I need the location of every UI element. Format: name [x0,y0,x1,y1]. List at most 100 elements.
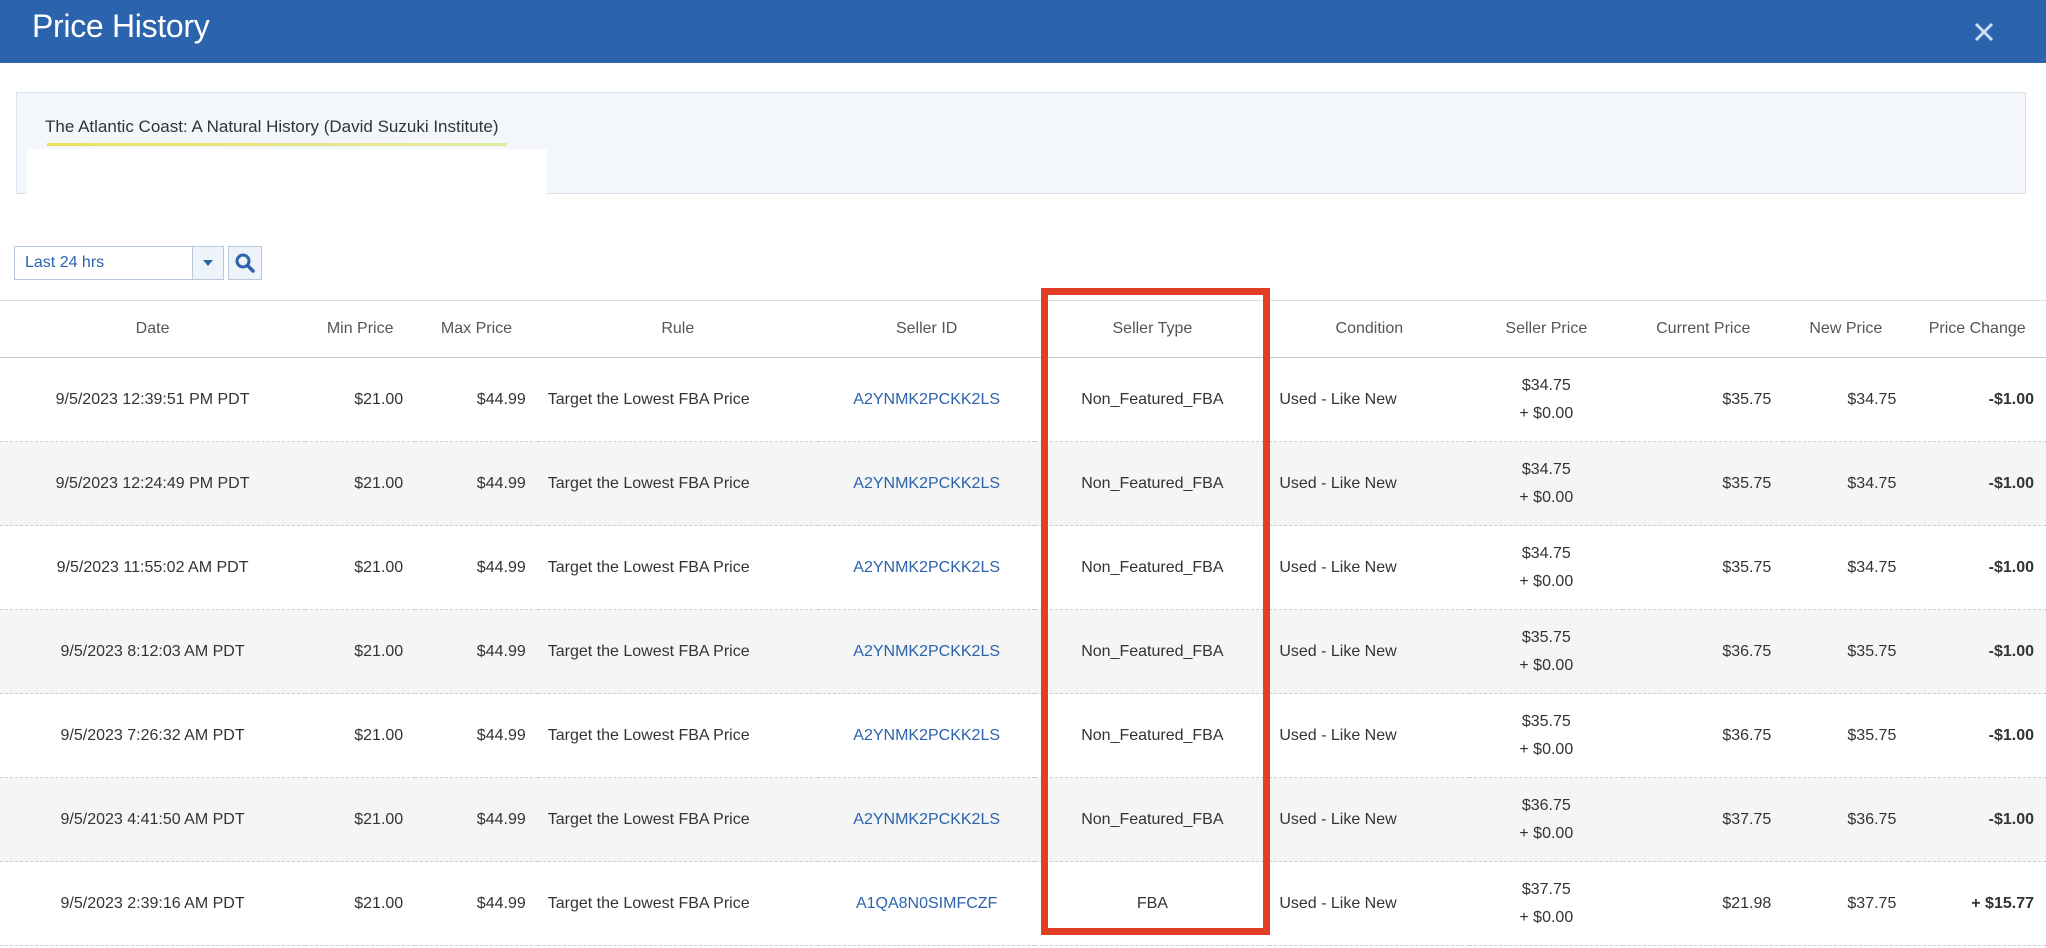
cell-date: 9/5/2023 12:39:51 PM PDT [0,357,306,442]
cell-max-price: $44.99 [415,525,538,610]
chevron-down-icon[interactable] [192,247,223,279]
table-row: 9/5/2023 7:26:32 AM PDT $21.00 $44.99 Targe… [0,693,2046,778]
shipping-value: + $0.00 [1519,488,1574,506]
seller-price-value: $36.75 [1521,796,1571,814]
col-header-current-price[interactable]: Current Price [1623,300,1784,358]
cell-seller-id: A2YNMK2PCKK2LS [817,777,1036,862]
cell-seller-id: A1QA8N0SIMFCZF [817,861,1036,946]
cell-date: 9/5/2023 11:55:02 AM PDT [0,525,306,610]
close-icon[interactable] [1964,12,2004,52]
cell-rule: Target the Lowest FBA Price [537,777,818,862]
seller-price-value: $34.75 [1521,544,1571,562]
cell-seller-id: A2YNMK2PCKK2LS [817,609,1036,694]
shipping-value: + $0.00 [1519,740,1574,758]
shipping-value: + $0.00 [1519,404,1574,422]
search-icon[interactable] [228,246,262,280]
cell-new-price: $35.75 [1783,609,1909,694]
cell-seller-price: $34.75 + $0.00 [1469,525,1624,610]
col-header-max-price[interactable]: Max Price [415,300,538,358]
seller-price-value: $37.75 [1521,880,1571,898]
cell-current-price: $35.75 [1623,357,1784,442]
cell-date: 9/5/2023 4:41:50 AM PDT [0,777,306,862]
col-header-seller-id[interactable]: Seller ID [817,300,1036,358]
cell-seller-type: Non_Featured_FBA [1035,357,1270,442]
dialog-title: Price History [32,8,210,44]
cell-max-price: $44.99 [415,609,538,694]
cell-new-price: $34.75 [1783,441,1909,526]
cell-seller-id: A2YNMK2PCKK2LS [817,525,1036,610]
table-row: 9/5/2023 4:41:50 AM PDT $21.00 $44.99 Targe… [0,777,2046,862]
col-header-min-price[interactable]: Min Price [305,300,416,358]
cell-date: 9/5/2023 8:12:03 AM PDT [0,609,306,694]
cell-condition: Used - Like New [1269,609,1470,694]
cell-date: 9/5/2023 7:26:32 AM PDT [0,693,306,778]
table-header-row: Date Min Price Max Price Rule Seller ID … [0,300,2046,358]
cell-price-change: -$1.00 [1908,441,2046,526]
cell-condition: Used - Like New [1269,525,1470,610]
cell-rule: Target the Lowest FBA Price [537,441,818,526]
cell-current-price: $37.75 [1623,777,1784,862]
seller-id-link[interactable]: A2YNMK2PCKK2LS [853,391,1000,408]
cell-seller-price: $35.75 + $0.00 [1469,609,1624,694]
col-header-condition[interactable]: Condition [1269,300,1470,358]
cell-date: 9/5/2023 12:24:49 PM PDT [0,441,306,526]
product-info-panel: The Atlantic Coast: A Natural History (D… [16,92,2026,195]
cell-seller-type: FBA [1035,861,1270,946]
cell-new-price: $36.75 [1783,777,1909,862]
col-header-date[interactable]: Date [0,300,306,358]
cell-min-price: $21.00 [305,357,416,442]
table-row: 9/5/2023 2:39:16 AM PDT $21.00 $44.99 Targe… [0,861,2046,946]
cell-seller-type: Non_Featured_FBA [1035,441,1270,526]
time-range-value: Last 24 hrs [25,254,105,271]
seller-id-link[interactable]: A2YNMK2PCKK2LS [853,811,1000,828]
cell-min-price: $21.00 [305,609,416,694]
cell-max-price: $44.99 [415,861,538,946]
product-title: The Atlantic Coast: A Natural History (D… [45,117,499,136]
cell-seller-price: $34.75 + $0.00 [1469,441,1624,526]
cell-current-price: $36.75 [1623,609,1784,694]
cell-min-price: $21.00 [305,777,416,862]
cell-min-price: $21.00 [305,861,416,946]
seller-id-link[interactable]: A2YNMK2PCKK2LS [853,475,1000,492]
shipping-value: + $0.00 [1519,572,1574,590]
cell-seller-id: A2YNMK2PCKK2LS [817,693,1036,778]
cell-max-price: $44.99 [415,357,538,442]
price-history-table: Date Min Price Max Price Rule Seller ID … [0,300,2046,946]
cell-new-price: $37.75 [1783,861,1909,946]
cell-seller-type: Non_Featured_FBA [1035,525,1270,610]
cell-new-price: $34.75 [1783,357,1909,442]
cell-rule: Target the Lowest FBA Price [537,861,818,946]
cell-seller-type: Non_Featured_FBA [1035,777,1270,862]
seller-id-link[interactable]: A1QA8N0SIMFCZF [856,895,997,912]
col-header-price-change[interactable]: Price Change [1908,300,2046,358]
cell-seller-price: $35.75 + $0.00 [1469,693,1624,778]
cell-current-price: $21.98 [1623,861,1784,946]
cell-price-change: -$1.00 [1908,693,2046,778]
seller-id-link[interactable]: A2YNMK2PCKK2LS [853,559,1000,576]
cell-max-price: $44.99 [415,777,538,862]
cell-min-price: $21.00 [305,525,416,610]
col-header-rule[interactable]: Rule [537,300,818,358]
table-row: 9/5/2023 12:39:51 PM PDT $21.00 $44.99 Targ… [0,357,2046,442]
cell-condition: Used - Like New [1269,777,1470,862]
seller-id-link[interactable]: A2YNMK2PCKK2LS [853,727,1000,744]
col-header-new-price[interactable]: New Price [1783,300,1909,358]
cell-current-price: $35.75 [1623,525,1784,610]
cell-new-price: $34.75 [1783,525,1909,610]
col-header-seller-price[interactable]: Seller Price [1469,300,1624,358]
cell-max-price: $44.99 [415,441,538,526]
seller-id-link[interactable]: A2YNMK2PCKK2LS [853,643,1000,660]
time-range-select[interactable]: Last 24 hrs [14,246,224,280]
dialog-header: Price History [0,0,2046,63]
cell-price-change: -$1.00 [1908,525,2046,610]
shipping-value: + $0.00 [1519,656,1574,674]
highlight-underline [47,143,507,146]
cell-rule: Target the Lowest FBA Price [537,525,818,610]
cell-seller-id: A2YNMK2PCKK2LS [817,441,1036,526]
seller-price-value: $35.75 [1521,628,1571,646]
table-row: 9/5/2023 11:55:02 AM PDT $21.00 $44.99 Targ… [0,525,2046,610]
col-header-seller-type[interactable]: Seller Type [1035,300,1270,358]
cell-seller-price: $34.75 + $0.00 [1469,357,1624,442]
cell-condition: Used - Like New [1269,693,1470,778]
cell-seller-id: A2YNMK2PCKK2LS [817,357,1036,442]
